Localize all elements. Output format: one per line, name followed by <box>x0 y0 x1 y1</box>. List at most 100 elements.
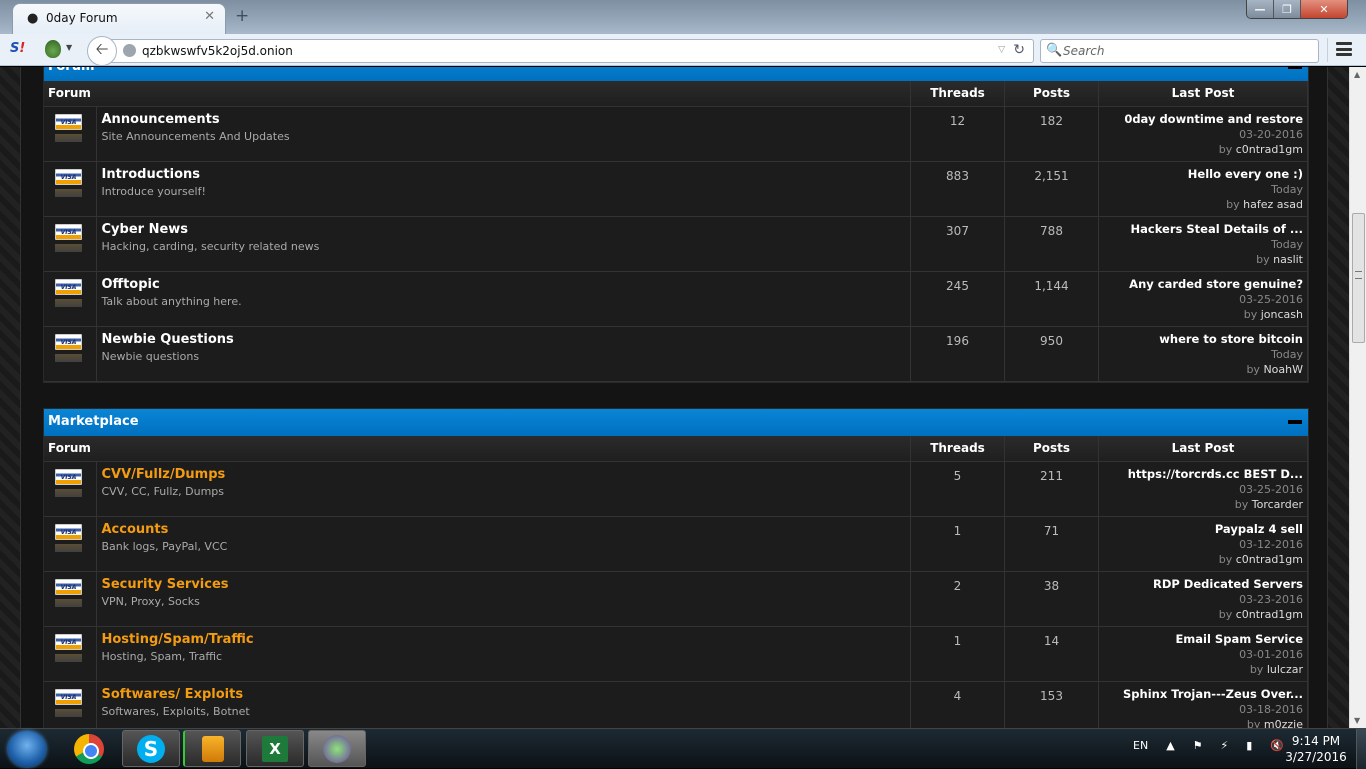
forum-row: VISA Hosting/Spam/Traffic Hosting, Spam, … <box>44 626 1308 682</box>
scrollbar-thumb[interactable] <box>1352 213 1365 343</box>
last-post-link[interactable]: Hackers Steal Details of ... <box>1099 222 1304 237</box>
taskbar-tor-browser[interactable] <box>183 730 241 767</box>
forum-row: VISA Security Services VPN, Proxy, Socks … <box>44 571 1308 627</box>
credit-card-icon: VISA <box>55 113 82 130</box>
thread-count: 4 <box>910 681 1005 728</box>
thread-count: 1 <box>910 516 1005 572</box>
last-post-link[interactable]: Email Spam Service <box>1099 632 1303 647</box>
last-post-link[interactable]: Sphinx Trojan---Zeus Over... <box>1099 687 1303 702</box>
tab-close-icon[interactable]: ✕ <box>204 9 215 24</box>
forum-link[interactable]: Offtopic <box>102 277 906 292</box>
forum-link[interactable]: Announcements <box>102 112 906 127</box>
history-dropdown-icon[interactable]: ▽ <box>998 45 1005 55</box>
last-post-user[interactable]: c0ntrad1gm <box>1236 608 1303 621</box>
credit-card-icon: VISA <box>55 223 82 240</box>
last-post-user[interactable]: c0ntrad1gm <box>1236 553 1303 566</box>
last-post-user[interactable]: Torcarder <box>1252 498 1303 511</box>
collapse-icon[interactable] <box>1288 67 1302 69</box>
taskbar-skype[interactable]: S <box>122 730 180 767</box>
card-reflection-icon <box>55 243 82 252</box>
onion-dropdown-icon[interactable]: ▼ <box>66 43 72 52</box>
back-button[interactable]: 🡠 <box>87 36 117 66</box>
taskbar-excel[interactable]: X <box>246 730 304 767</box>
last-post-link[interactable]: RDP Dedicated Servers <box>1099 577 1303 592</box>
language-indicator[interactable]: EN <box>1133 739 1148 752</box>
post-count: 71 <box>1004 516 1099 572</box>
card-reflection-icon <box>55 188 82 197</box>
scroll-up-icon[interactable]: ▲ <box>1354 70 1360 79</box>
last-post-date: 03-23-2016 <box>1239 592 1303 606</box>
power-icon[interactable]: ⚡ <box>1221 739 1229 752</box>
url-text[interactable]: qzbkwswfv5k2oj5d.onion <box>142 44 293 58</box>
forum-link[interactable]: Security Services <box>102 577 906 592</box>
forum-description: Softwares, Exploits, Botnet <box>101 704 250 718</box>
vertical-scrollbar[interactable]: ▲ ▼ <box>1349 67 1366 728</box>
forum-link[interactable]: Hosting/Spam/Traffic <box>102 632 906 647</box>
by-label: by <box>1226 197 1240 211</box>
post-count: 2,151 <box>1004 161 1099 217</box>
forum-link[interactable]: Accounts <box>102 522 906 537</box>
col-forum: Forum <box>44 81 911 107</box>
taskbar-globe-app[interactable] <box>308 730 366 767</box>
tor-onion-icon[interactable] <box>45 40 61 58</box>
credit-card-icon: VISA <box>55 468 82 485</box>
search-box[interactable]: 🔍 <box>1040 39 1319 63</box>
address-bar[interactable]: qzbkwswfv5k2oj5d.onion ▽ ↻ <box>110 39 1034 63</box>
forum-table: Forum Threads Posts Last Post VISA Annou… <box>44 81 1308 382</box>
forum-description: Talk about anything here. <box>101 294 242 308</box>
minimize-button[interactable]: — <box>1247 0 1274 18</box>
browser-tab[interactable]: ● 0day Forum ✕ <box>12 3 226 34</box>
last-post-user[interactable]: NoahW <box>1263 363 1303 376</box>
new-tab-button[interactable]: + <box>235 6 249 26</box>
forum-link[interactable]: CVV/Fullz/Dumps <box>102 467 906 482</box>
clock[interactable]: 9:14 PM 3/27/2016 <box>1278 733 1354 765</box>
last-post-link[interactable]: Hello every one :) <box>1099 167 1303 182</box>
forum-page: Forum Forum Threads Posts Last Post VISA… <box>20 67 1328 728</box>
last-post-user[interactable]: m0zzie <box>1264 718 1303 729</box>
last-post-user[interactable]: lulczar <box>1267 663 1303 676</box>
show-hidden-icons[interactable]: ▲ <box>1166 739 1174 752</box>
last-post-link[interactable]: where to store bitcoin <box>1099 332 1303 347</box>
last-post-user[interactable]: joncash <box>1261 308 1303 321</box>
taskbar-chrome[interactable] <box>60 730 118 767</box>
col-threads: Threads <box>910 81 1005 107</box>
last-post-user[interactable]: naslit <box>1273 253 1303 266</box>
post-count: 788 <box>1004 216 1099 272</box>
chrome-icon <box>74 733 104 764</box>
last-post-user[interactable]: hafez asad <box>1243 198 1303 211</box>
thread-count: 5 <box>910 461 1005 517</box>
show-desktop-button[interactable] <box>1356 729 1366 769</box>
last-post-link[interactable]: Paypalz 4 sell <box>1099 522 1303 537</box>
by-label: by <box>1249 662 1264 676</box>
by-label: by <box>1218 142 1233 156</box>
forum-link[interactable]: Newbie Questions <box>102 332 906 347</box>
window-close-button[interactable]: ✕ <box>1301 0 1347 18</box>
forum-description: Introduce yourself! <box>101 184 206 198</box>
s-extension-icon[interactable]: S! <box>10 41 25 56</box>
forum-description: Bank logs, PayPal, VCC <box>101 539 228 553</box>
last-post-link[interactable]: https://torcrds.cc BEST D... <box>1099 467 1303 482</box>
thread-count: 196 <box>910 326 1005 382</box>
forum-row: VISA Softwares/ Exploits Softwares, Explo… <box>44 681 1308 728</box>
collapse-icon[interactable] <box>1288 420 1302 424</box>
grip-icon <box>1355 271 1362 279</box>
search-input[interactable] <box>1063 42 1313 60</box>
forum-link[interactable]: Introductions <box>102 167 906 182</box>
forum-description: CVV, CC, Fullz, Dumps <box>101 484 225 498</box>
action-center-icon[interactable]: ⚑ <box>1193 739 1203 752</box>
scroll-down-icon[interactable]: ▼ <box>1354 716 1360 725</box>
last-post-user[interactable]: c0ntrad1gm <box>1236 143 1303 156</box>
page-viewport: Forum Forum Threads Posts Last Post VISA… <box>0 67 1349 728</box>
maximize-button[interactable]: ❐ <box>1274 0 1301 18</box>
start-button[interactable] <box>8 731 46 767</box>
hamburger-menu-icon[interactable] <box>1336 42 1352 56</box>
network-signal-icon[interactable]: ▮ <box>1246 739 1252 752</box>
last-post-link[interactable]: Any carded store genuine? <box>1099 277 1303 292</box>
reload-icon[interactable]: ↻ <box>1013 42 1025 58</box>
forum-link[interactable]: Softwares/ Exploits <box>102 687 906 702</box>
last-post-link[interactable]: 0day downtime and restore <box>1099 112 1303 127</box>
post-count: 14 <box>1004 626 1099 682</box>
last-post-date: Today <box>1271 347 1303 361</box>
forum-link[interactable]: Cyber News <box>102 222 906 237</box>
post-count: 950 <box>1004 326 1099 382</box>
